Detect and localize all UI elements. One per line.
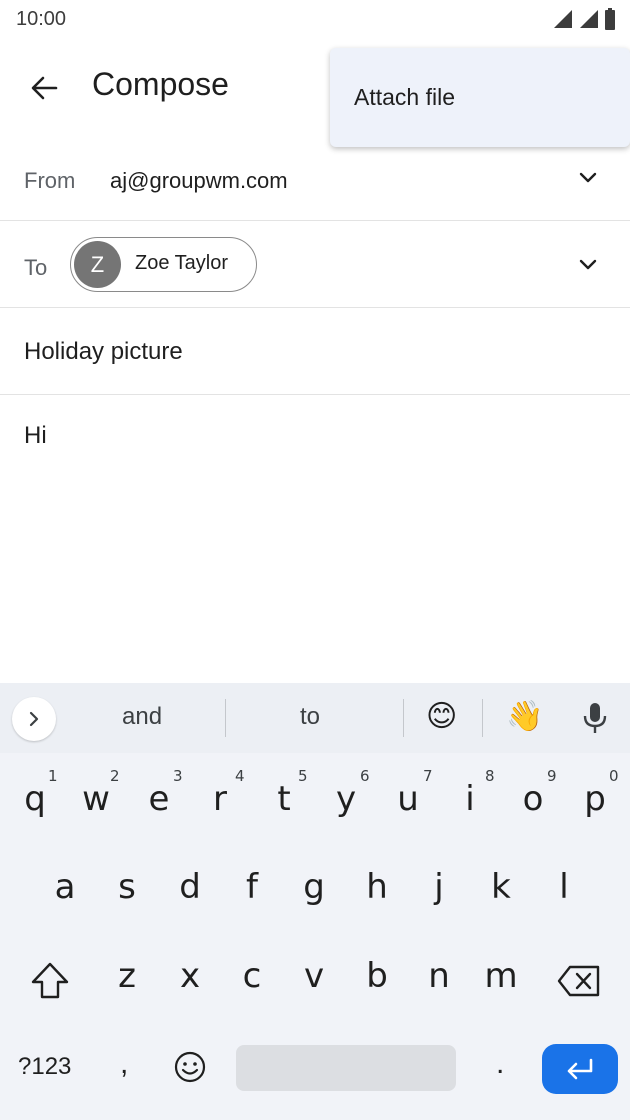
chevron-down-icon[interactable]	[576, 166, 600, 190]
key-p[interactable]: p	[567, 779, 623, 819]
comma-key[interactable]: ,	[120, 1047, 128, 1081]
emoji-suggestion[interactable]: 😊	[426, 699, 457, 735]
enter-icon	[567, 1058, 593, 1080]
key-u[interactable]: u	[380, 779, 436, 819]
key-g[interactable]: g	[286, 867, 342, 907]
period-key[interactable]: .	[496, 1047, 504, 1081]
key-b[interactable]: b	[349, 956, 405, 996]
key-s[interactable]: s	[99, 867, 155, 907]
key-hint: 1	[48, 767, 58, 785]
divider	[482, 699, 483, 737]
status-time: 10:00	[16, 8, 67, 30]
key-hint: 4	[235, 767, 245, 785]
expand-toolbar-button[interactable]	[12, 697, 56, 741]
key-c[interactable]: c	[224, 956, 280, 996]
key-hint: 8	[485, 767, 495, 785]
recipient-chip[interactable]: Z Zoe Taylor	[70, 237, 257, 292]
key-hint: 0	[609, 767, 619, 785]
key-m[interactable]: m	[473, 956, 529, 996]
key-t[interactable]: t	[256, 779, 312, 819]
emoji-icon[interactable]	[172, 1049, 208, 1085]
back-button[interactable]	[24, 68, 64, 108]
recipient-name: Zoe Taylor	[135, 252, 229, 274]
subject-row[interactable]: Holiday picture	[0, 308, 630, 395]
key-d[interactable]: d	[162, 867, 218, 907]
key-i[interactable]: i	[442, 779, 498, 819]
signal-icon	[580, 10, 598, 28]
key-hint: 5	[298, 767, 308, 785]
key-f[interactable]: f	[224, 867, 280, 907]
chevron-down-icon[interactable]	[576, 253, 600, 277]
emoji-suggestion[interactable]: 👋	[506, 699, 543, 735]
key-w[interactable]: w	[68, 779, 124, 819]
key-v[interactable]: v	[286, 956, 342, 996]
space-key[interactable]	[236, 1045, 456, 1091]
overflow-menu: Attach file	[330, 48, 630, 147]
menu-item-attach-file[interactable]: Attach file	[354, 84, 455, 111]
key-hint: 2	[110, 767, 120, 785]
from-row[interactable]: From aj@groupwm.com	[0, 138, 630, 221]
from-label: From	[24, 168, 76, 193]
key-hint: 9	[547, 767, 557, 785]
key-n[interactable]: n	[411, 956, 467, 996]
chevron-right-icon	[29, 711, 39, 727]
key-z[interactable]: z	[99, 956, 155, 996]
arrow-left-icon	[31, 76, 58, 100]
divider	[403, 699, 404, 737]
key-e[interactable]: e	[131, 779, 187, 819]
key-hint: 6	[360, 767, 370, 785]
enter-key[interactable]	[542, 1044, 618, 1094]
key-hint: 3	[173, 767, 183, 785]
key-k[interactable]: k	[473, 867, 529, 907]
page-title: Compose	[92, 66, 229, 102]
suggestion-bar: and to 😊 👋	[0, 683, 630, 753]
key-x[interactable]: x	[162, 956, 218, 996]
from-value[interactable]: aj@groupwm.com	[110, 168, 288, 194]
body-field[interactable]: Hi	[24, 422, 47, 450]
avatar: Z	[74, 241, 121, 288]
to-label: To	[24, 255, 48, 280]
keyboard: and to 😊 👋 q 1 w 2 e 3 r 4 t 5 y 6 u 7 i…	[0, 683, 630, 1120]
wifi-icon	[554, 10, 572, 28]
key-y[interactable]: y	[318, 779, 374, 819]
key-j[interactable]: j	[411, 867, 467, 907]
status-icons	[552, 8, 616, 30]
symbols-key[interactable]: ?123	[18, 1053, 71, 1081]
key-h[interactable]: h	[349, 867, 405, 907]
divider	[225, 699, 226, 737]
suggestion-word[interactable]: and	[122, 703, 162, 731]
shift-icon[interactable]	[28, 959, 72, 1003]
battery-icon	[605, 8, 615, 30]
microphone-icon[interactable]	[580, 701, 610, 735]
suggestion-word[interactable]: to	[300, 703, 320, 731]
key-q[interactable]: q	[7, 779, 63, 819]
subject-field[interactable]: Holiday picture	[24, 338, 183, 366]
key-a[interactable]: a	[37, 867, 93, 907]
key-l[interactable]: l	[536, 867, 592, 907]
key-o[interactable]: o	[505, 779, 561, 819]
status-bar: 10:00	[0, 0, 630, 40]
to-row[interactable]: To Z Zoe Taylor	[0, 221, 630, 308]
key-r[interactable]: r	[192, 779, 248, 819]
backspace-icon[interactable]	[556, 963, 602, 999]
key-hint: 7	[423, 767, 433, 785]
